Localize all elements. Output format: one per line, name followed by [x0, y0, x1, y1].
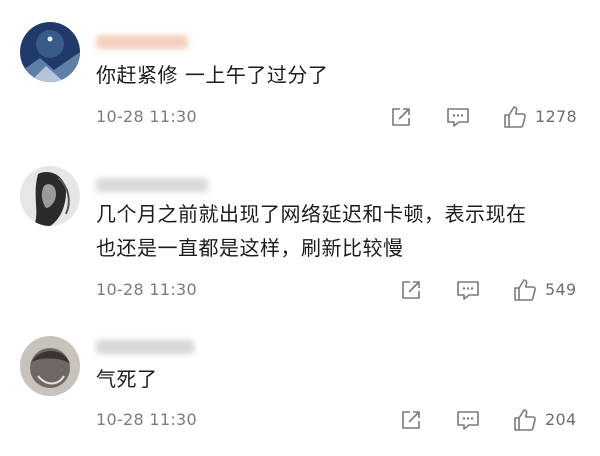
comment-time: 10-28 11:30	[96, 107, 197, 126]
avatar-image	[20, 22, 80, 82]
comment-item: 你赶紧修 一上午了过分了 10-28 11:30 1278	[0, 0, 600, 150]
like-count: 1278	[535, 107, 577, 126]
reply-button[interactable]	[456, 408, 480, 432]
share-icon	[402, 281, 420, 299]
comment-meta: 10-28 11:30 204	[96, 408, 584, 432]
comment-icon	[447, 108, 469, 127]
username-blurred[interactable]	[96, 178, 208, 192]
share-icon	[402, 411, 420, 429]
reply-button[interactable]	[446, 105, 470, 129]
comment-text-line: 气死了	[96, 367, 158, 391]
comment-time: 10-28 11:30	[96, 280, 197, 299]
comment-item: 气死了 10-28 11:30 204	[0, 310, 600, 456]
thumbs-up-icon	[514, 409, 536, 431]
avatar[interactable]	[20, 166, 80, 226]
like-count: 549	[545, 280, 577, 299]
avatar[interactable]	[20, 22, 80, 82]
share-icon	[392, 108, 410, 126]
thumbs-up-icon	[514, 279, 536, 301]
share-button[interactable]	[400, 278, 422, 302]
avatar-image	[20, 166, 80, 226]
comment-time: 10-28 11:30	[96, 410, 197, 429]
comment-meta: 10-28 11:30 549	[96, 278, 584, 302]
like-count: 204	[545, 410, 577, 429]
reply-button[interactable]	[456, 278, 480, 302]
username-blurred[interactable]	[96, 340, 194, 354]
comment-text-line: 几个月之前就出现了网络延迟和卡顿，表示现在	[96, 202, 527, 226]
comment-icon	[457, 411, 479, 430]
like-button[interactable]: 204	[513, 408, 576, 432]
comment-text-line: 你赶紧修 一上午了过分了	[96, 63, 329, 87]
comment-meta: 10-28 11:30 1278	[96, 105, 584, 129]
comment-text: 气死了	[96, 362, 158, 396]
comment-text: 你赶紧修 一上午了过分了	[96, 58, 328, 92]
share-button[interactable]	[390, 105, 412, 129]
like-button[interactable]: 549	[513, 278, 576, 302]
comment-item: 几个月之前就出现了网络延迟和卡顿，表示现在 也还是一直都是这样，刷新比较慢 10…	[0, 150, 600, 310]
thumbs-up-icon	[504, 106, 526, 128]
comment-icon	[457, 281, 479, 300]
like-button[interactable]: 1278	[503, 105, 577, 129]
share-button[interactable]	[400, 408, 422, 432]
comment-text: 几个月之前就出现了网络延迟和卡顿，表示现在 也还是一直都是这样，刷新比较慢	[96, 197, 527, 265]
username-blurred[interactable]	[96, 35, 188, 49]
comment-text-line: 也还是一直都是这样，刷新比较慢	[96, 236, 404, 260]
avatar-image	[20, 336, 80, 396]
avatar[interactable]	[20, 336, 80, 396]
